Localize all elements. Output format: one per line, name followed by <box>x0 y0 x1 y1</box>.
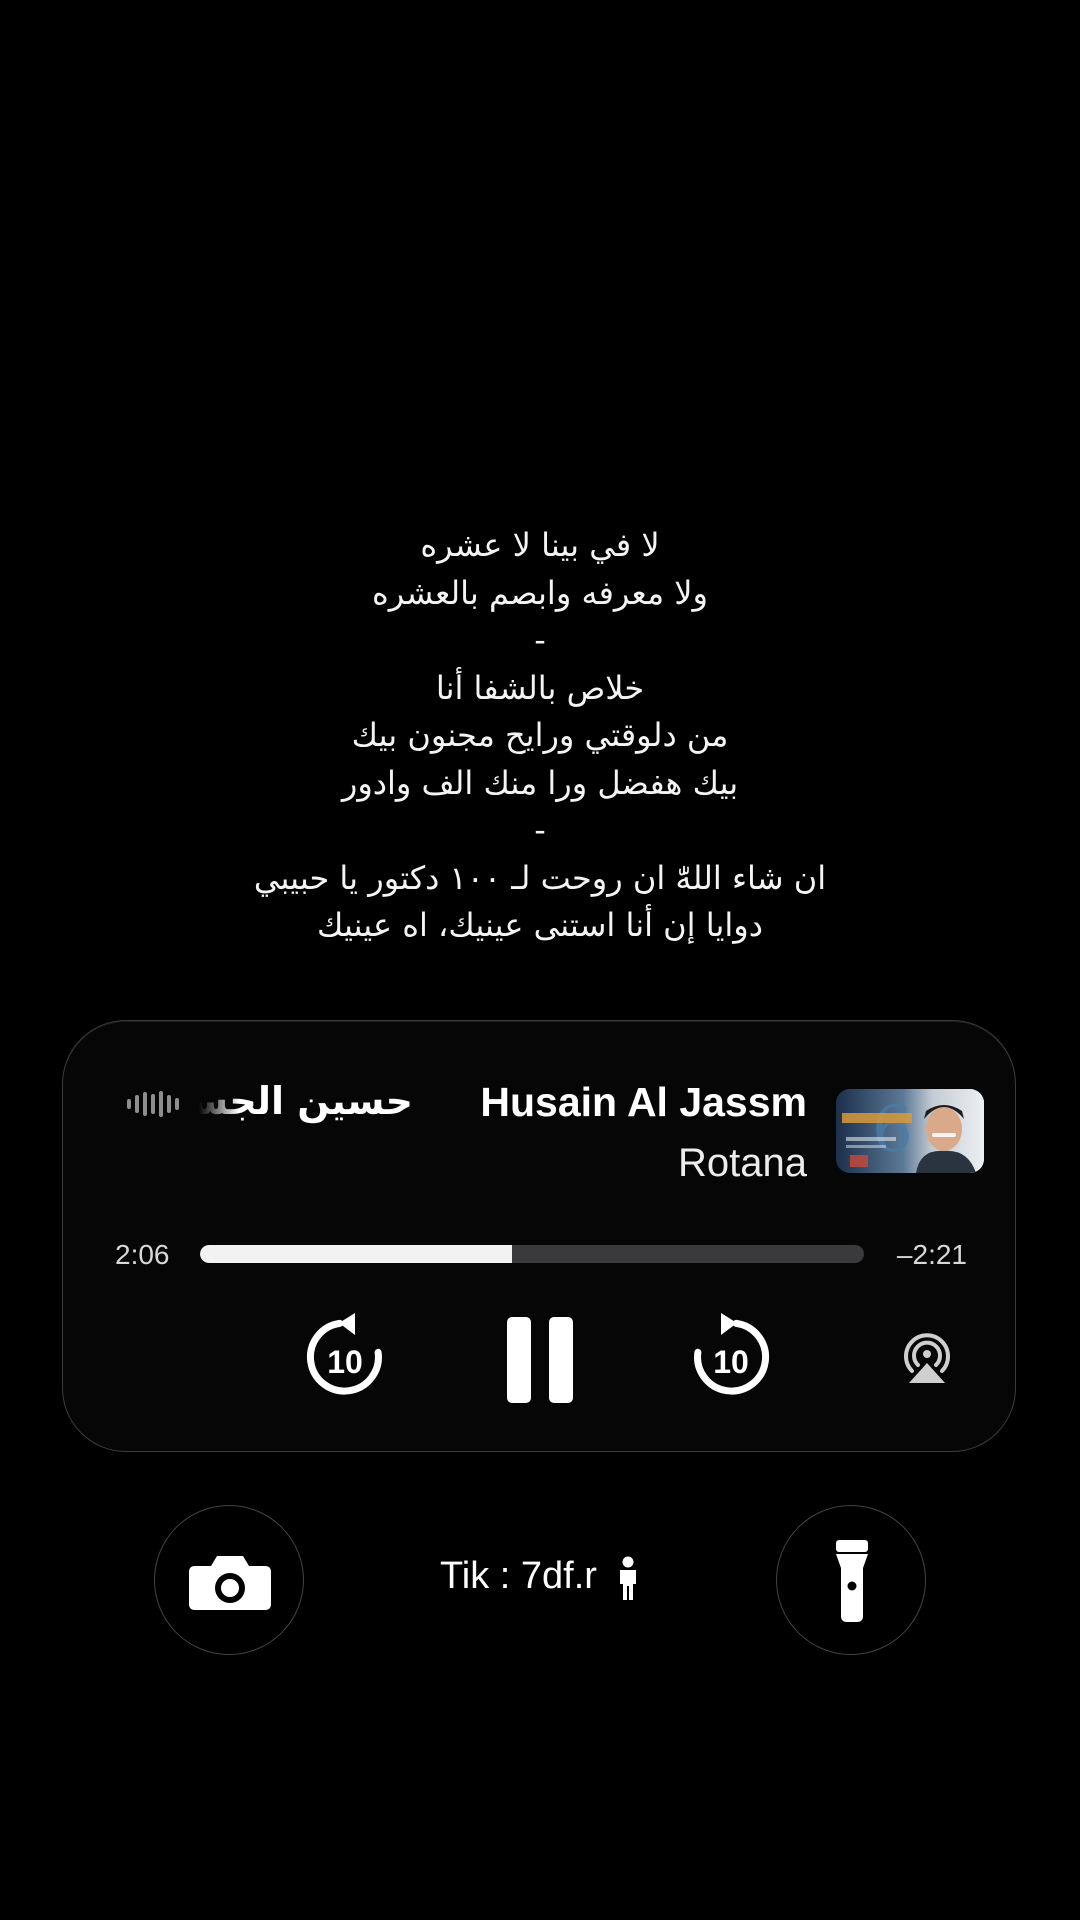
skip-forward-label: 10 <box>713 1344 749 1380</box>
person-icon <box>620 1556 636 1600</box>
lyric-line: - <box>534 811 546 849</box>
album-artwork[interactable]: 6 <box>836 1089 984 1173</box>
lyric-line: - <box>534 621 546 659</box>
lyric-line: ان شاء اللهّٰ ان روحت لـ ١٠٠ دكتور يا حب… <box>253 858 827 897</box>
airplay-icon <box>904 1333 950 1383</box>
lyric-line: لا في بينا لا عشره <box>420 526 660 564</box>
lyric-line: دوايا إن أنا استنى عينيك، اه عينيك <box>317 906 763 944</box>
camera-icon <box>189 1556 271 1610</box>
svg-text:6: 6 <box>872 1093 913 1167</box>
skip-back-10-icon: 10 <box>306 1313 382 1395</box>
remaining-time: –2:21 <box>896 1239 967 1270</box>
progress-fill <box>200 1245 513 1263</box>
track-subtitle: Rotana <box>678 1141 807 1185</box>
pause-icon <box>507 1317 573 1403</box>
progress-scrubber[interactable] <box>200 1245 864 1263</box>
track-title: Husain Al Jassm <box>480 1079 807 1125</box>
skip-back-label: 10 <box>327 1344 363 1380</box>
artist-marquee: حسين الجسمي <box>199 1079 421 1135</box>
lyric-line: بيك هفضل ورا منك الف وادور <box>341 763 739 802</box>
skip-forward-10-icon: 10 <box>694 1313 770 1395</box>
skip-forward-button[interactable]: 10 <box>689 1311 773 1401</box>
flashlight-icon <box>836 1540 868 1622</box>
album-artwork-image: 6 <box>836 1089 984 1173</box>
flashlight-button[interactable] <box>776 1505 926 1655</box>
elapsed-time: 2:06 <box>115 1239 170 1270</box>
skip-back-button[interactable]: 10 <box>303 1311 387 1401</box>
camera-button[interactable] <box>154 1505 304 1655</box>
footer-credit: Tik : 7df.r <box>440 1555 597 1597</box>
now-playing-widget[interactable]: حسين الجسمي Husain Al Jassm Rotana 6 <box>62 1020 1016 1452</box>
lyrics-block: لا في بينا لا عشره ولا معرفه وابصم بالعش… <box>0 522 1080 950</box>
lyric-line: خلاص بالشفا أنا <box>435 668 645 707</box>
airplay-button[interactable] <box>897 1327 957 1387</box>
audio-wave-icon <box>127 1091 179 1117</box>
lyric-line: من دلوقتي ورايح مجنون بيك <box>351 716 729 754</box>
pause-button[interactable] <box>507 1317 573 1403</box>
lyric-line: ولا معرفه وابصم بالعشره <box>371 573 708 612</box>
